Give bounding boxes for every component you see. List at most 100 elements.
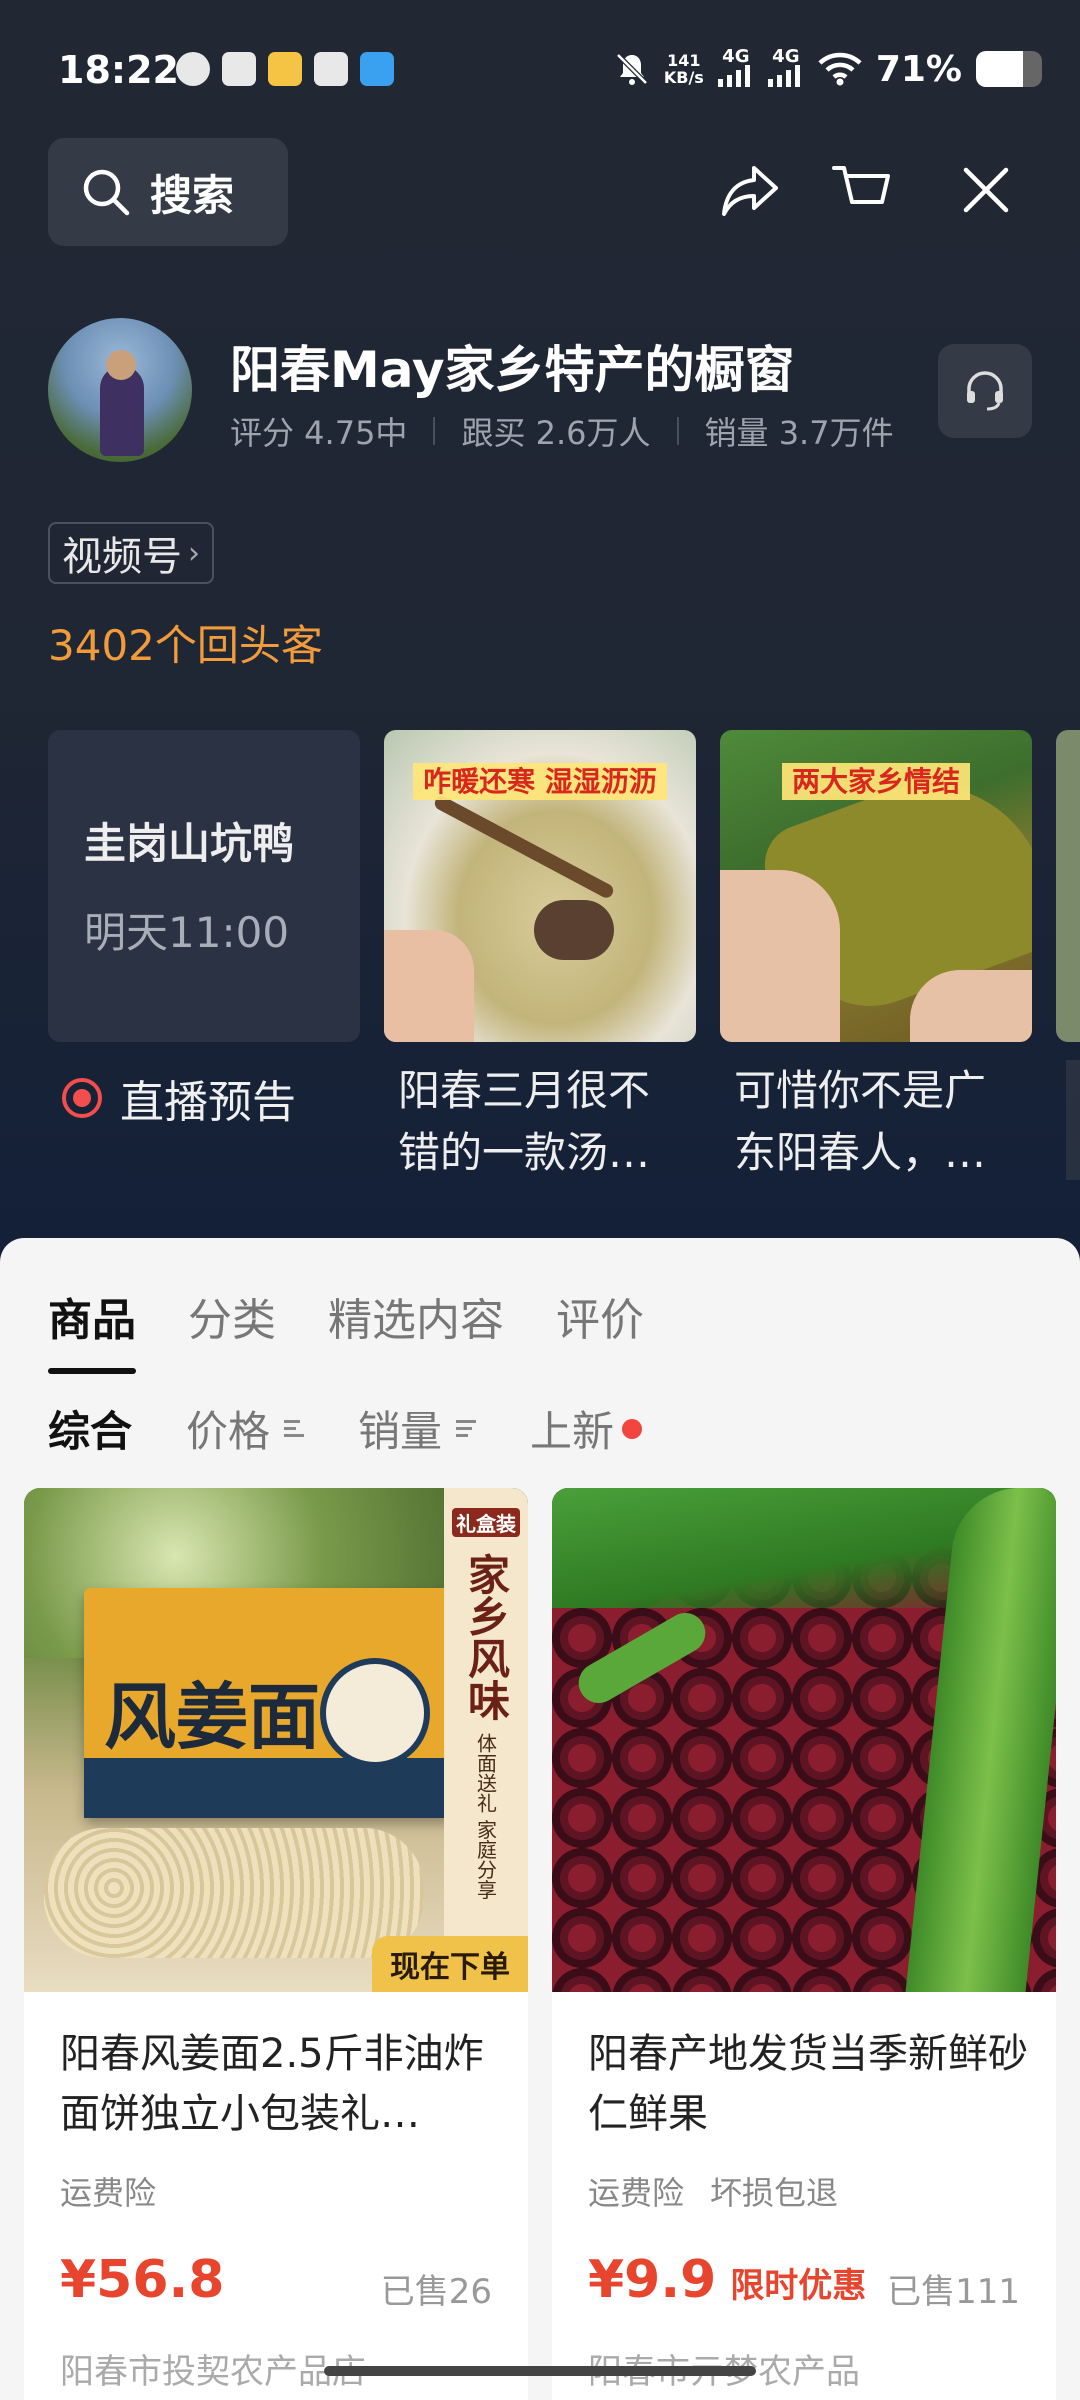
image-bowl (320, 1658, 430, 1768)
wallet-icon (268, 52, 302, 86)
product-image: 风姜面 礼盒装 家乡风味 体面送礼 家庭分享 现在下单 (24, 1488, 528, 1992)
product-tag: 运费险 (60, 2174, 157, 2212)
alipay-icon (314, 52, 348, 86)
product-price: ¥9.9 限时优惠 (588, 2250, 866, 2310)
status-right: 141 KB/s 4G 4G 71% (614, 48, 1042, 90)
search-label: 搜索 (150, 170, 235, 220)
shop-name[interactable]: 阳春May家乡特产的橱窗 (230, 330, 795, 402)
shop-avatar[interactable] (48, 318, 192, 462)
image-side-sub: 体面送礼 家庭分享 (473, 1733, 498, 1900)
status-time: 18:22 (58, 48, 179, 92)
sort-icon (456, 1420, 477, 1437)
video-thumb-hand (910, 970, 1032, 1042)
tab-reviews[interactable]: 评价 (556, 1284, 644, 1348)
tab-products[interactable]: 商品 (48, 1284, 136, 1374)
home-indicator[interactable] (324, 2366, 756, 2376)
search-button[interactable]: 搜索 (48, 138, 288, 246)
live-preview-label[interactable]: 直播预告 (62, 1066, 296, 1130)
product-image (552, 1488, 1056, 1992)
sort-price-label: 价格 (186, 1407, 271, 1456)
video-thumb-hand (384, 930, 474, 1042)
tab-categories[interactable]: 分类 (188, 1284, 276, 1348)
sort-bar: 综合 价格 销量 上新 (48, 1398, 643, 1459)
image-side-title: 家乡风味 (461, 1553, 511, 1721)
video-title[interactable]: 阳春三月很不错的一款汤… (398, 1060, 688, 1184)
signal-2-label: 4G (772, 46, 800, 67)
product-title: 阳春风姜面2.5斤非油炸面饼独立小包装礼… (60, 2031, 484, 2137)
customer-service-button[interactable] (938, 344, 1032, 438)
signal-1-label: 4G (722, 46, 750, 67)
video-banner-text: 咋暖还寒 湿湿沥沥 (413, 763, 667, 800)
signal-bars-icon (767, 65, 800, 87)
tab-bar: 商品 分类 精选内容 评价 (48, 1284, 644, 1374)
channel-tag[interactable]: 视频号 › (48, 522, 214, 584)
video-title[interactable]: 可惜你不是广东阳春人，… (734, 1060, 1024, 1184)
shop-followers: 跟买 2.6万人 (461, 414, 651, 452)
product-card[interactable]: 风姜面 礼盒装 家乡风味 体面送礼 家庭分享 现在下单 阳春风姜面2.5斤非油炸… (24, 1488, 528, 2400)
video-title-partial (1066, 1060, 1080, 1180)
image-box-title: 风姜面 (104, 1675, 321, 1759)
video-banner-text: 两大家乡情结 (781, 763, 970, 800)
headset-icon (967, 371, 1003, 411)
live-title: 圭岗山坑鸭 (84, 819, 295, 868)
video-thumb-detail (432, 793, 616, 901)
signal-1: 4G (717, 46, 754, 90)
live-label-text: 直播预告 (120, 1077, 296, 1128)
video-card[interactable]: 两大家乡情结 (720, 730, 1032, 1042)
app-icon (360, 52, 394, 86)
net-speed-value: 141 (667, 51, 701, 70)
sort-price[interactable]: 价格 (186, 1398, 305, 1459)
mail-icon (222, 52, 256, 86)
cart-icon[interactable] (830, 158, 894, 222)
product-tag: 运费险 (588, 2174, 685, 2212)
product-title: 阳春产地发货当季新鲜砂仁鲜果 (588, 2031, 1028, 2137)
wechat-icon (176, 52, 210, 86)
notification-icons (176, 52, 394, 86)
product-shop: 阳春市投契农产品店 (60, 2352, 366, 2392)
close-icon[interactable] (954, 158, 1018, 222)
sort-sales[interactable]: 销量 (358, 1398, 477, 1459)
live-preview-card[interactable]: 圭岗山坑鸭 明天11:00 (48, 730, 360, 1042)
net-speed: 141 KB/s (664, 52, 704, 86)
sort-new-label: 上新 (530, 1407, 615, 1456)
product-tags: 运费险 坏损包退 (588, 2168, 838, 2214)
tab-featured[interactable]: 精选内容 (328, 1284, 504, 1348)
image-badge: 礼盒装 (452, 1508, 520, 1537)
live-record-icon (62, 1078, 102, 1118)
sort-overall[interactable]: 综合 (48, 1398, 132, 1459)
product-price: ¥56.8 (60, 2250, 224, 2310)
battery-percent: 71% (875, 48, 962, 90)
shop-sales: 销量 3.7万件 (704, 414, 894, 452)
stats-divider (676, 417, 679, 445)
product-tag: 坏损包退 (710, 2174, 839, 2212)
share-icon[interactable] (718, 158, 782, 222)
video-card-partial[interactable] (1056, 730, 1080, 1042)
video-card[interactable]: 咋暖还寒 湿湿沥沥 (384, 730, 696, 1042)
product-card[interactable]: 阳春产地发货当季新鲜砂仁鲜果 运费险 坏损包退 ¥9.9 限时优惠 已售111 … (552, 1488, 1056, 2400)
price-value: ¥9.9 (588, 2250, 717, 2310)
image-order-badge: 现在下单 (372, 1936, 528, 1992)
image-side-panel: 礼盒装 家乡风味 体面送礼 家庭分享 (444, 1488, 528, 1992)
sort-new[interactable]: 上新 (530, 1398, 643, 1459)
sort-overall-label: 综合 (48, 1407, 133, 1456)
net-speed-unit: KB/s (663, 68, 704, 87)
status-bar: 18:22 141 KB/s 4G 4G 71% (0, 0, 1080, 140)
video-thumb-hand (720, 870, 840, 1042)
avatar-head (106, 350, 136, 380)
product-sheet: 商品 分类 精选内容 评价 综合 价格 销量 上新 风姜面 礼盒装 家乡风味 体… (0, 1238, 1080, 2400)
video-banner: 咋暖还寒 湿湿沥沥 (384, 760, 696, 800)
new-dot-badge (622, 1418, 643, 1439)
price-value: ¥56.8 (60, 2250, 225, 2310)
battery-fill (976, 51, 1023, 87)
battery-icon (976, 51, 1042, 87)
shop-stats: 评分 4.75中 跟买 2.6万人 销量 3.7万件 (230, 408, 894, 454)
video-banner: 两大家乡情结 (720, 760, 1032, 800)
product-sold: 已售111 (887, 2272, 1020, 2312)
image-gift-box: 风姜面 (84, 1588, 454, 1818)
chevron-right-icon: › (188, 535, 200, 571)
image-box-stripe (84, 1758, 454, 1818)
stats-divider (433, 417, 436, 445)
sort-sales-label: 销量 (358, 1407, 443, 1456)
image-noodles (44, 1828, 424, 1958)
product-tags: 运费险 (60, 2168, 156, 2214)
